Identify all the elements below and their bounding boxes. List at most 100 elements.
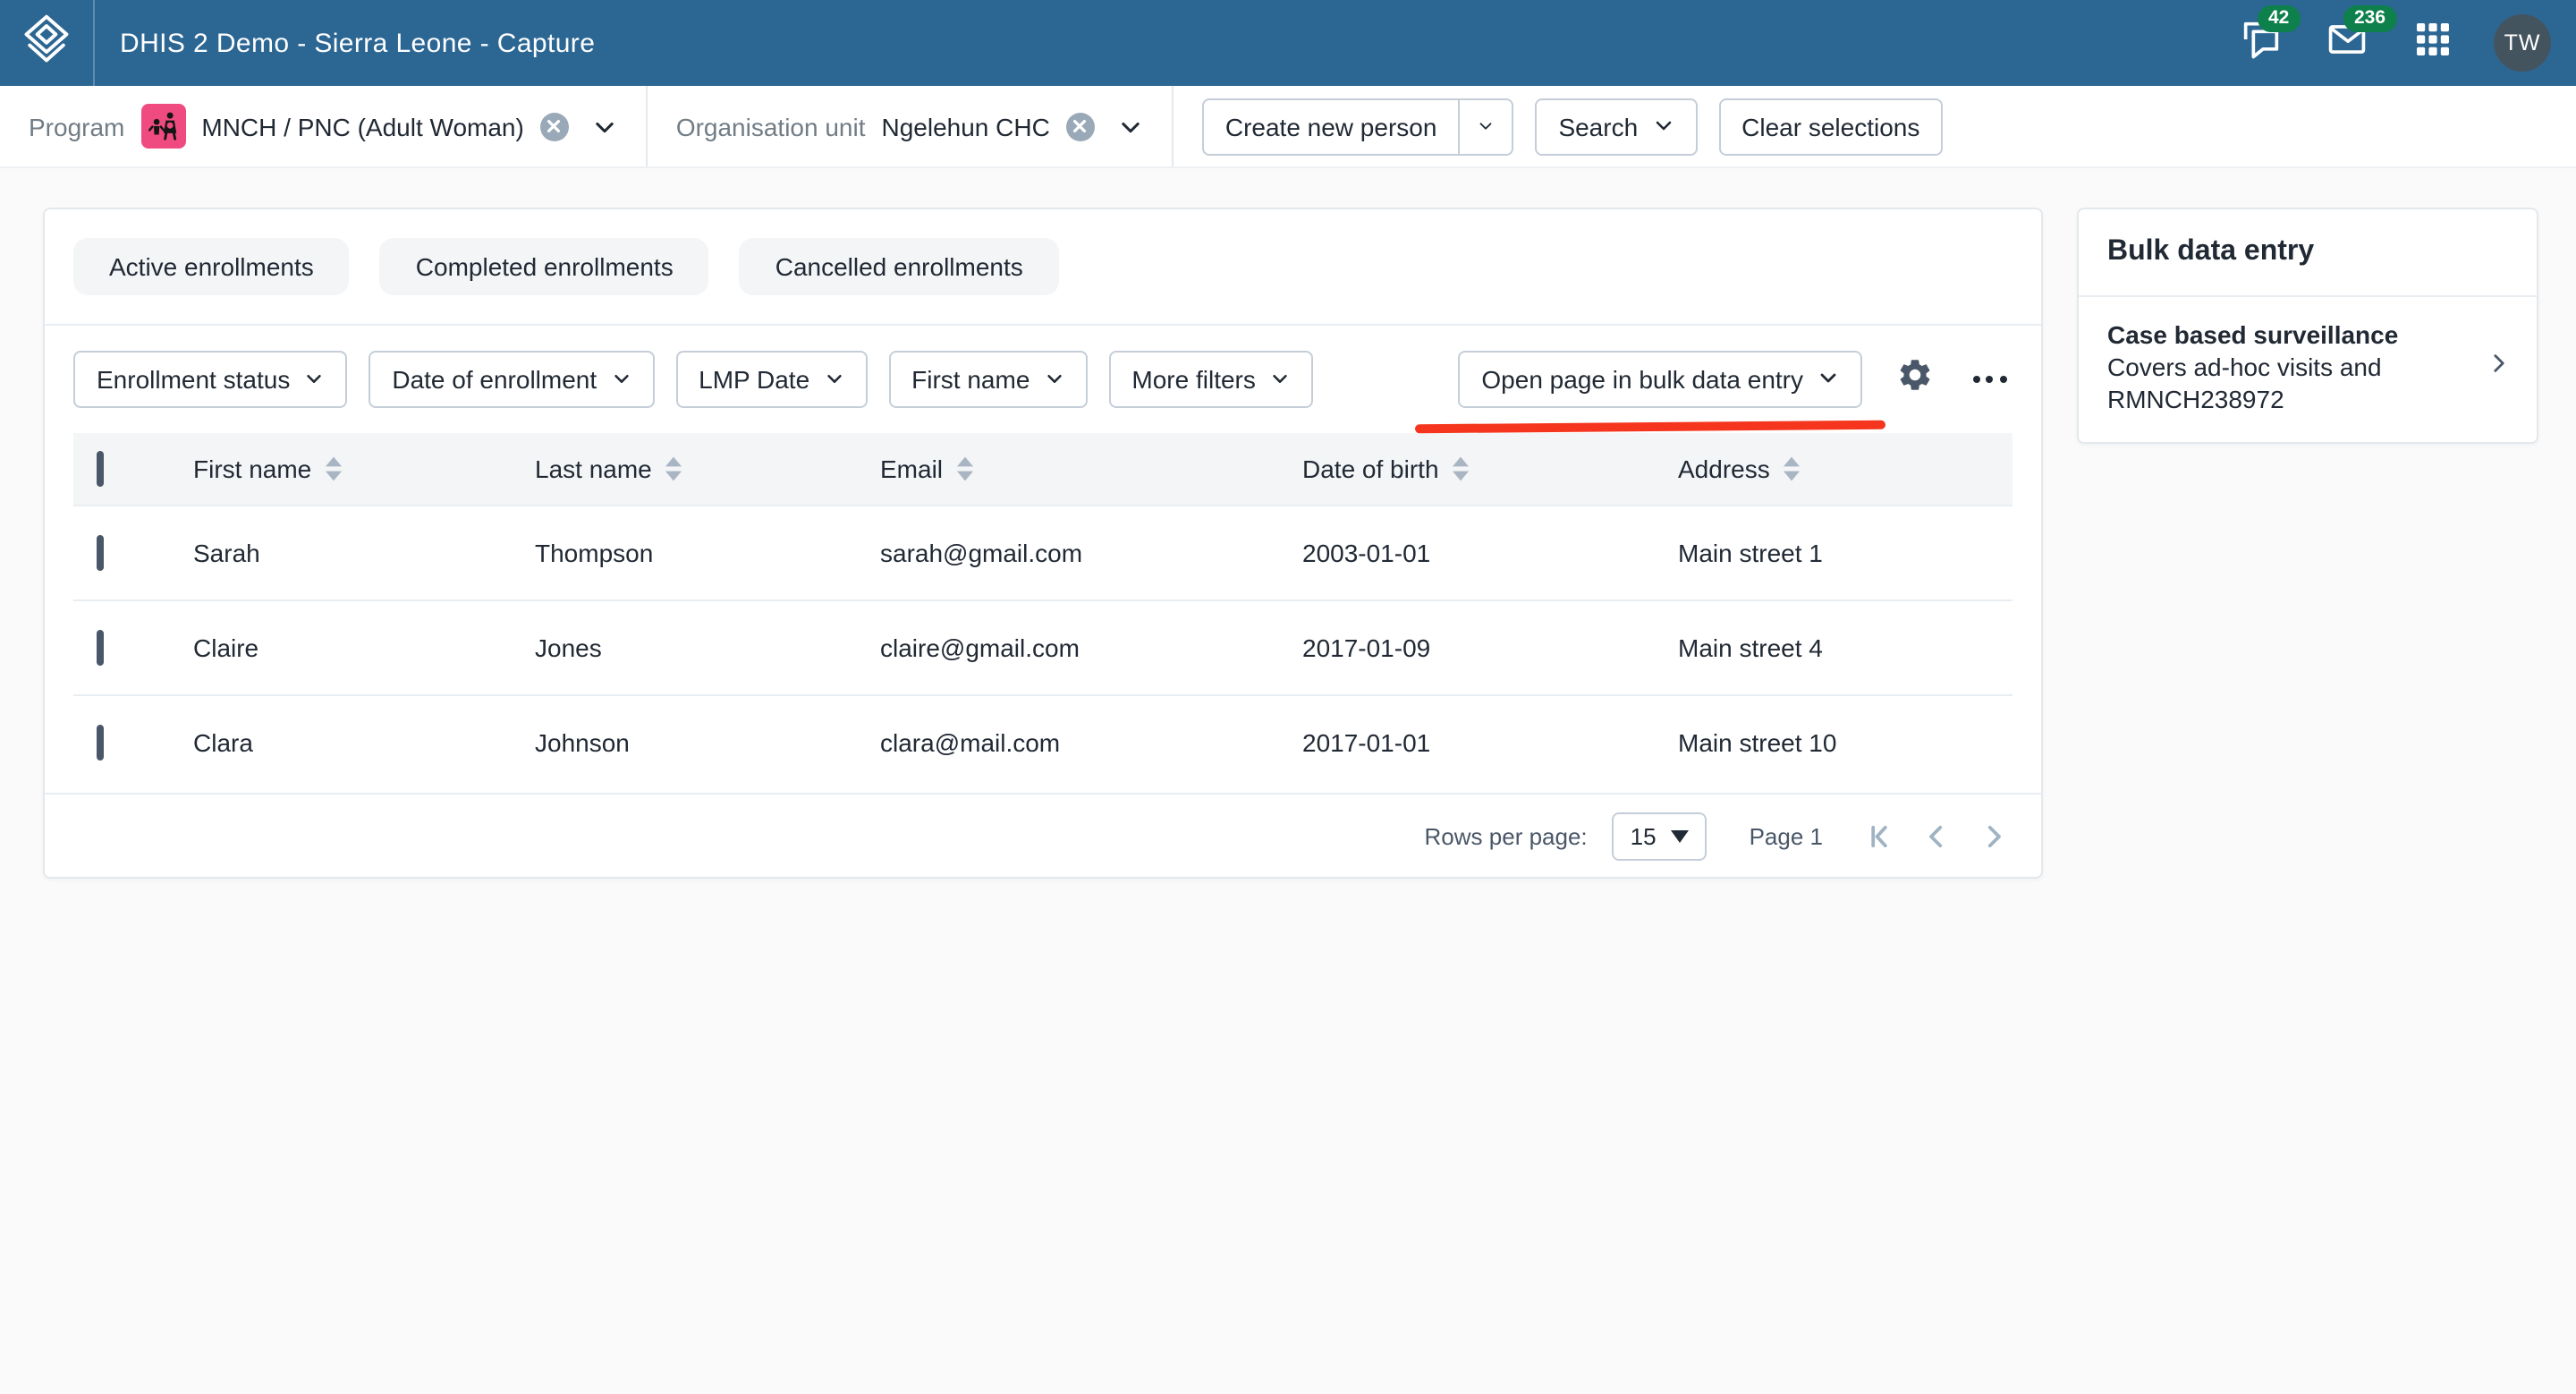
context-bar: Program MNCH / PNC (Adult Woman) Organis…: [0, 86, 2576, 168]
program-value[interactable]: MNCH / PNC (Adult Woman): [201, 112, 523, 140]
tab-active-enrollments[interactable]: Active enrollments: [73, 238, 350, 295]
cell-last-name: Thompson: [535, 505, 880, 599]
table-row[interactable]: Sarah Thompson sarah@gmail.com 2003-01-0…: [73, 505, 2012, 599]
rows-per-page-label: Rows per page:: [1425, 822, 1588, 849]
sort-icon[interactable]: [326, 456, 342, 481]
org-unit-selector: Organisation unit Ngelehun CHC: [648, 86, 1172, 166]
dhis2-logo[interactable]: [0, 0, 95, 86]
program-label: Program: [29, 112, 124, 140]
org-unit-label: Organisation unit: [676, 112, 866, 140]
bulk-data-entry-item[interactable]: Case based surveillance Covers ad-hoc vi…: [2079, 297, 2537, 442]
table-row[interactable]: Clara Johnson clara@mail.com 2017-01-01 …: [73, 694, 2012, 789]
cell-last-name: Johnson: [535, 694, 880, 789]
sort-icon[interactable]: [1453, 456, 1470, 481]
search-button[interactable]: Search: [1535, 98, 1697, 155]
enrollments-table: First name Last name Email Date of birth…: [73, 433, 2012, 789]
row-checkbox[interactable]: [97, 629, 104, 665]
filter-toolbar: Enrollment status Date of enrollment LMP…: [45, 326, 2041, 433]
org-unit-value[interactable]: Ngelehun CHC: [882, 112, 1050, 140]
more-options-button[interactable]: [1966, 356, 2012, 403]
next-page-button[interactable]: [1973, 816, 2012, 855]
tab-completed-enrollments[interactable]: Completed enrollments: [380, 238, 709, 295]
program-icon: [140, 104, 185, 149]
clear-selections-button[interactable]: Clear selections: [1718, 98, 1943, 155]
cell-first-name: Clara: [193, 694, 535, 789]
filter-date-of-enrollment[interactable]: Date of enrollment: [369, 351, 654, 408]
clear-selections-label: Clear selections: [1741, 112, 1919, 140]
search-chevron-down-icon: [1652, 112, 1674, 140]
user-avatar[interactable]: TW: [2494, 14, 2551, 72]
filter-label: Enrollment status: [97, 365, 290, 394]
column-header-address: Address: [1678, 455, 1770, 483]
search-button-label: Search: [1558, 112, 1638, 140]
chevron-right-icon: [2487, 351, 2512, 385]
cell-date-of-birth: 2003-01-01: [1302, 505, 1678, 599]
row-checkbox[interactable]: [97, 534, 104, 570]
gear-icon: [1895, 356, 1933, 403]
app-header-bar: DHIS 2 Demo - Sierra Leone - Capture 42: [0, 0, 2576, 86]
pagination-bar: Rows per page: 15 Page 1: [45, 793, 2041, 877]
tab-cancelled-enrollments[interactable]: Cancelled enrollments: [740, 238, 1059, 295]
column-header-date-of-birth: Date of birth: [1302, 455, 1439, 483]
filter-first-name[interactable]: First name: [888, 351, 1087, 408]
column-header-last-name: Last name: [535, 455, 652, 483]
chevron-down-icon: [611, 365, 631, 394]
open-bulk-data-entry-label: Open page in bulk data entry: [1481, 365, 1803, 394]
first-page-button[interactable]: [1859, 816, 1898, 855]
filter-label: First name: [911, 365, 1030, 394]
table-header-row: First name Last name Email Date of birth…: [73, 433, 2012, 505]
cell-first-name: Sarah: [193, 505, 535, 599]
apps-grid-icon: [2411, 17, 2454, 69]
rows-per-page-value: 15: [1631, 822, 1657, 849]
filter-label: More filters: [1131, 365, 1255, 394]
filter-more-filters[interactable]: More filters: [1108, 351, 1312, 408]
filter-lmp-date[interactable]: LMP Date: [675, 351, 867, 408]
create-new-person-button[interactable]: Create new person: [1204, 99, 1459, 153]
chevron-down-icon: [1044, 365, 1063, 394]
sort-icon[interactable]: [1784, 456, 1801, 481]
notifications-button[interactable]: 42: [2236, 18, 2286, 68]
program-chevron-down-icon[interactable]: [592, 114, 617, 139]
previous-page-button[interactable]: [1916, 816, 1955, 855]
table-row[interactable]: Claire Jones claire@gmail.com 2017-01-09…: [73, 599, 2012, 694]
column-header-email: Email: [880, 455, 943, 483]
sort-icon[interactable]: [957, 456, 973, 481]
filter-enrollment-status[interactable]: Enrollment status: [73, 351, 347, 408]
chevron-down-icon: [1818, 365, 1839, 394]
program-clear-icon[interactable]: [540, 112, 569, 140]
page-indicator: Page 1: [1750, 822, 1823, 849]
column-header-first-name: First name: [193, 455, 311, 483]
create-new-person-dropdown-icon[interactable]: [1458, 99, 1512, 153]
dhis2-logo-icon: [20, 12, 73, 74]
filter-label: LMP Date: [699, 365, 809, 394]
enrollment-status-tabs: Active enrollments Completed enrollments…: [45, 209, 2041, 324]
org-unit-chevron-down-icon[interactable]: [1118, 114, 1143, 139]
cell-last-name: Jones: [535, 599, 880, 694]
cell-address: Main street 4: [1678, 599, 2012, 694]
ellipsis-icon: [1972, 376, 2006, 383]
widget-title: Bulk data entry: [2079, 209, 2537, 295]
cell-address: Main street 1: [1678, 505, 2012, 599]
chevron-down-icon: [824, 365, 843, 394]
select-all-checkbox[interactable]: [97, 451, 104, 487]
app-title: DHIS 2 Demo - Sierra Leone - Capture: [120, 28, 595, 58]
org-unit-clear-icon[interactable]: [1066, 112, 1095, 140]
row-checkbox[interactable]: [97, 725, 104, 761]
column-settings-button[interactable]: [1891, 356, 1937, 403]
cell-address: Main street 10: [1678, 694, 2012, 789]
enrollment-list-card: Active enrollments Completed enrollments…: [43, 208, 2043, 879]
cell-email: sarah@gmail.com: [880, 505, 1302, 599]
program-selector: Program MNCH / PNC (Adult Woman): [0, 86, 646, 166]
open-bulk-data-entry-button[interactable]: Open page in bulk data entry: [1458, 351, 1862, 408]
create-new-person-split-button: Create new person: [1202, 98, 1514, 155]
messages-button[interactable]: 236: [2322, 18, 2372, 68]
cell-email: claire@gmail.com: [880, 599, 1302, 694]
item-title: Case based surveillance: [2107, 320, 2447, 349]
apps-menu-button[interactable]: [2408, 18, 2458, 68]
cell-first-name: Claire: [193, 599, 535, 694]
rows-per-page-select[interactable]: 15: [1613, 812, 1707, 860]
item-description: Covers ad-hoc visits and RMNCH238972: [2107, 353, 2447, 415]
annotation-red-underline: [1415, 421, 1885, 434]
sort-icon[interactable]: [666, 456, 682, 481]
bulk-data-entry-widget: Bulk data entry Case based surveillance …: [2077, 208, 2538, 444]
